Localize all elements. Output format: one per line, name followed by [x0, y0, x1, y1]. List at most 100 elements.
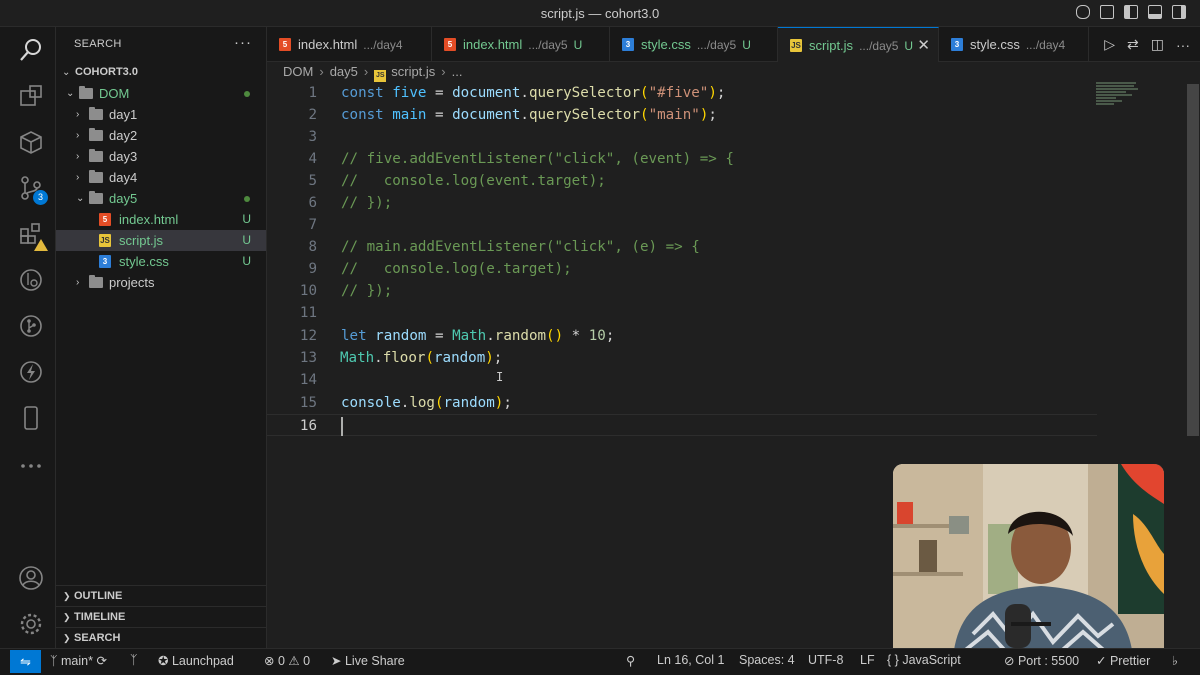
breadcrumb-item-script[interactable]: script.js	[391, 64, 435, 79]
minimap[interactable]	[1096, 82, 1140, 112]
editor-actions: ▷ ⇄ ◫ ···	[1104, 27, 1190, 62]
notifications-bell-icon[interactable]: ♭	[1172, 653, 1178, 668]
tree-item[interactable]: 3 style.css U	[56, 251, 266, 272]
extensions-icon[interactable]	[18, 221, 48, 251]
prettier-item[interactable]: ✓ Prettier	[1096, 653, 1150, 668]
explorer-sidebar: SEARCH ··· ⌄ COHORT3.0 ⌄ DOM › day1 › day2 › da…	[56, 27, 267, 648]
device-icon[interactable]	[18, 405, 44, 431]
tab-script-js-day5[interactable]: JS script.js .../day5 U ✕	[778, 27, 939, 62]
toggle-panel-icon[interactable]	[1148, 5, 1162, 19]
chevron-right-icon: ❯	[63, 633, 71, 643]
remote-indicator-icon[interactable]: ⇋	[10, 650, 41, 673]
zoom-icon[interactable]: ⚲	[626, 653, 635, 668]
mouse-ibeam-cursor: I	[496, 370, 504, 384]
account-icon[interactable]	[18, 565, 44, 591]
sidebar-title: SEARCH	[74, 38, 122, 50]
chevron-down-icon: ⌄	[66, 88, 75, 99]
css-file-icon: 3	[951, 38, 963, 51]
breadcrumb-item-symbols[interactable]: ...	[452, 64, 463, 79]
tree-item[interactable]: › day4	[56, 167, 266, 188]
source-control-badge: 3	[33, 190, 48, 205]
git-graph-status-icon[interactable]: ᛉ	[130, 653, 138, 667]
toggle-sidebar-icon[interactable]	[1124, 5, 1138, 19]
more-actions-icon[interactable]: ···	[1176, 37, 1190, 53]
tree-item[interactable]: › day1	[56, 104, 266, 125]
outline-section[interactable]: ❯ OUTLINE	[56, 585, 267, 606]
tree-item[interactable]: 5 index.html U	[56, 209, 266, 230]
thunder-client-icon[interactable]	[18, 359, 44, 385]
layout-icon[interactable]	[1100, 5, 1114, 19]
chevron-right-icon: ›	[76, 277, 80, 288]
tree-item[interactable]: › day2	[56, 125, 266, 146]
status-bar: ⇋ ᛉ main* ⟳ ᛉ ✪ Launchpad ⊗ 0 ⚠ 0 ➤ Live…	[0, 648, 1200, 675]
split-editor-icon[interactable]: ◫	[1151, 36, 1164, 53]
js-file-icon: JS	[99, 234, 111, 247]
tree-item[interactable]: › day3	[56, 146, 266, 167]
tree-item-label: day1	[109, 107, 138, 122]
end-of-line[interactable]: LF	[860, 653, 875, 667]
js-file-icon: JS	[374, 70, 387, 82]
chevron-right-icon: ›	[363, 64, 369, 79]
live-server-port[interactable]: ⊘ Port : 5500	[1004, 653, 1079, 668]
tree-item[interactable]: ⌄ DOM	[56, 83, 266, 104]
launchpad-item[interactable]: ✪ Launchpad	[158, 653, 234, 668]
encoding[interactable]: UTF-8	[808, 653, 843, 667]
git-lens-icon[interactable]	[18, 267, 44, 293]
workspace-root[interactable]: ⌄ COHORT3.0	[56, 62, 266, 83]
scrollbar-thumb[interactable]	[1187, 84, 1199, 436]
js-file-icon: JS	[790, 39, 802, 52]
tree-item-label: day4	[109, 170, 138, 185]
text-cursor	[341, 417, 343, 436]
live-share-icon: ➤	[331, 654, 342, 668]
tree-item[interactable]: ⌄ day5	[56, 188, 266, 209]
copilot-icon[interactable]	[1076, 5, 1090, 19]
source-control-icon[interactable]: 3	[18, 175, 48, 205]
code-line: 9// console.log(e.target);	[308, 261, 572, 277]
chevron-down-icon: ⌄	[76, 193, 85, 204]
breadcrumb-item-day5[interactable]: day5	[330, 64, 358, 79]
close-icon[interactable]: ✕	[917, 28, 930, 62]
vertical-scrollbar[interactable]	[1186, 82, 1200, 648]
timeline-label: TIMELINE	[74, 611, 126, 623]
css-file-icon: 3	[99, 255, 111, 268]
timeline-section[interactable]: ❯ TIMELINE	[56, 606, 267, 627]
indentation[interactable]: Spaces: 4	[739, 653, 795, 667]
search-section[interactable]: ❯ SEARCH	[56, 627, 267, 648]
more-actions-icon[interactable]: ···	[234, 34, 252, 51]
css-file-icon: 3	[622, 38, 634, 51]
search-icon[interactable]	[18, 37, 44, 63]
tree-item-label: DOM	[99, 86, 130, 101]
tree-item[interactable]: JS script.js U	[56, 230, 266, 251]
git-graph-icon[interactable]	[18, 313, 44, 339]
breadcrumb-item-dom[interactable]: DOM	[283, 64, 313, 79]
toggle-secondary-sidebar-icon[interactable]	[1172, 5, 1186, 19]
tab-index-html-day4[interactable]: 5 index.html .../day4	[267, 27, 432, 62]
run-icon[interactable]: ▷	[1104, 36, 1115, 53]
tab-style-css-day4[interactable]: 3 style.css .../day4	[939, 27, 1089, 62]
problems-indicator[interactable]: ⊗ 0 ⚠ 0	[264, 653, 310, 668]
language-mode[interactable]: { } JavaScript	[887, 653, 961, 667]
folder-icon	[79, 86, 93, 99]
branch-indicator[interactable]: ᛉ main* ⟳	[50, 653, 107, 668]
current-line: 16	[267, 414, 1097, 436]
compare-changes-icon[interactable]: ⇄	[1127, 36, 1139, 53]
title-bar: script.js — cohort3.0	[0, 0, 1200, 27]
settings-gear-icon[interactable]	[18, 611, 44, 637]
extensions-box-icon[interactable]	[18, 129, 44, 155]
cursor-position[interactable]: Ln 16, Col 1	[657, 653, 724, 667]
tree-item-label: index.html	[119, 212, 179, 227]
title-bar-controls	[1076, 5, 1186, 19]
sync-icon[interactable]: ⟳	[96, 654, 106, 668]
more-icon[interactable]	[18, 453, 44, 479]
remote-explorer-icon[interactable]	[18, 83, 44, 109]
file-tree: ⌄ DOM › day1 › day2 › day3 › day4 ⌄ day5 5 index.html…	[56, 83, 266, 293]
folder-icon	[89, 128, 103, 141]
tab-index-html-day5[interactable]: 5 index.html .../day5 U	[432, 27, 610, 62]
git-status-badge: U	[242, 212, 251, 226]
tab-style-css-day5[interactable]: 3 style.css .../day5 U	[610, 27, 778, 62]
chevron-right-icon: ›	[76, 130, 80, 141]
webcam-overlay	[893, 464, 1164, 658]
live-share-item[interactable]: ➤ Live Share	[331, 653, 405, 668]
tree-item[interactable]: › projects	[56, 272, 266, 293]
chevron-right-icon: ❯	[63, 591, 71, 601]
